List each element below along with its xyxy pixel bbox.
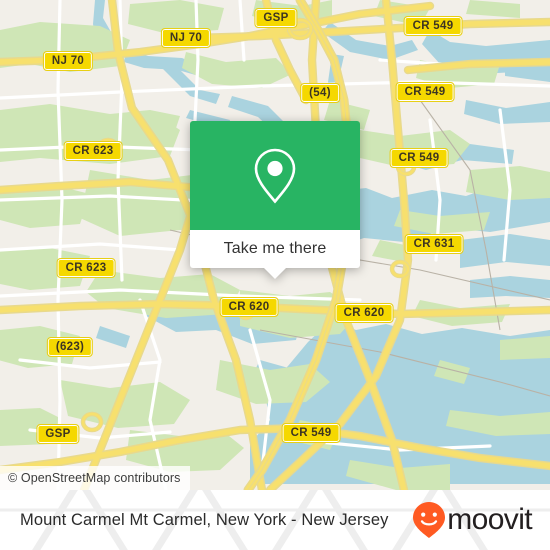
moovit-wordmark: moovit — [447, 503, 532, 536]
road-shield: CR 549 — [395, 82, 455, 102]
map-pin-icon — [254, 148, 296, 204]
road-shield: CR 549 — [281, 423, 341, 443]
road-shield: NJ 70 — [160, 28, 212, 48]
location-title: Mount Carmel Mt Carmel, New York - New J… — [20, 510, 389, 529]
popup-footer[interactable]: Take me there — [190, 230, 360, 279]
map-attribution: © OpenStreetMap contributors — [0, 466, 190, 490]
map-canvas[interactable]: NJ 70 NJ 70 GSP (54) CR 549 CR 549 CR 549 CR 62… — [0, 0, 550, 490]
popup-header — [190, 121, 360, 230]
take-me-there-label: Take me there — [223, 240, 327, 257]
road-shield: CR 623 — [63, 141, 123, 161]
road-shield: CR 623 — [56, 258, 116, 278]
road-shield: CR 549 — [389, 148, 449, 168]
road-shield: GSP — [254, 8, 298, 28]
location-popup-card[interactable]: Take me there — [190, 121, 360, 279]
map-screenshot: NJ 70 NJ 70 GSP (54) CR 549 CR 549 CR 549 CR 62… — [0, 0, 550, 550]
road-shield: GSP — [36, 424, 80, 444]
road-shield: CR 631 — [404, 234, 464, 254]
attribution-text: © OpenStreetMap contributors — [8, 471, 181, 485]
moovit-logo[interactable]: moovit — [412, 501, 533, 539]
popup-pointer — [264, 268, 286, 279]
road-shield: NJ 70 — [42, 51, 94, 71]
road-shield: (623) — [46, 337, 94, 357]
road-shield: CR 620 — [219, 297, 279, 317]
road-shield: CR 549 — [403, 16, 463, 36]
road-shield: CR 620 — [334, 303, 394, 323]
moovit-smiley-pin-icon — [413, 502, 446, 538]
page-footer: Mount Carmel Mt Carmel, New York - New J… — [0, 490, 550, 550]
road-shield: (54) — [300, 83, 340, 103]
